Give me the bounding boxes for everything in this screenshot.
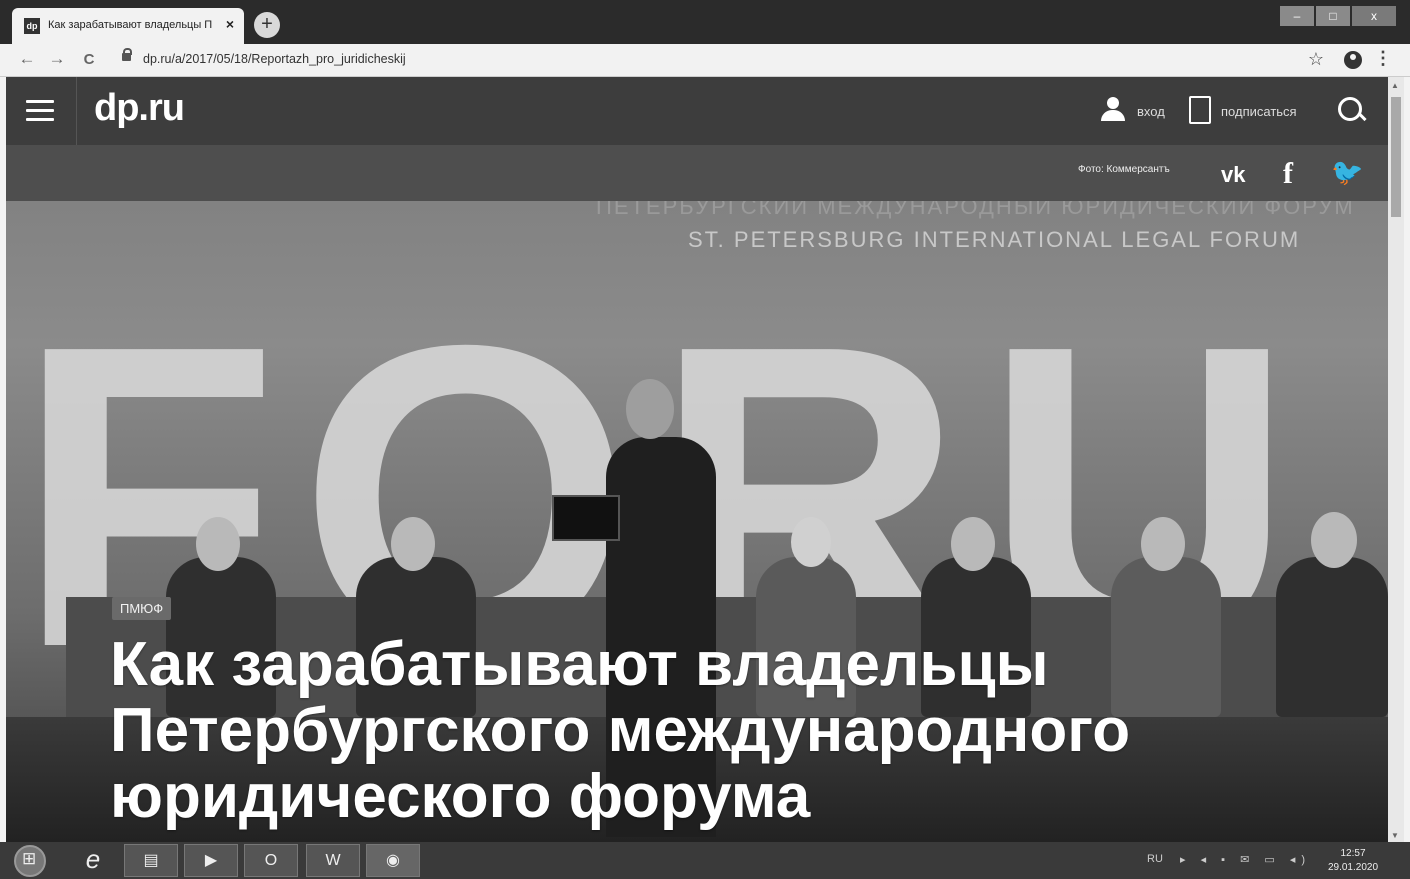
clock-time: 12:57 xyxy=(1340,848,1366,859)
minimize-button[interactable]: – xyxy=(1280,6,1314,26)
scroll-down-icon[interactable]: ▼ xyxy=(1391,831,1399,840)
back-icon[interactable]: ← xyxy=(16,49,38,69)
tablet xyxy=(552,495,620,541)
language-indicator[interactable]: RU xyxy=(1147,853,1163,865)
reload-icon[interactable]: C xyxy=(78,51,100,68)
browser-toolbar: ← → C dp.ru/a/2017/05/18/Reportazh_pro_j… xyxy=(0,44,1410,77)
header-subbar xyxy=(6,145,1388,201)
scroll-thumb[interactable] xyxy=(1391,97,1401,217)
panelist-head xyxy=(391,517,435,571)
login-link[interactable]: вход xyxy=(1137,104,1165,119)
lock-icon xyxy=(122,48,132,61)
photo-credit: Фото: Коммерсантъ xyxy=(1078,164,1170,175)
media-player-icon[interactable]: ▶ xyxy=(184,844,238,877)
site-logo[interactable]: dp.ru xyxy=(94,87,185,130)
start-button[interactable] xyxy=(14,845,46,877)
forward-icon[interactable]: → xyxy=(46,49,68,69)
vk-icon[interactable]: vk xyxy=(1221,162,1245,188)
panelist-head xyxy=(196,517,240,571)
panelist-head xyxy=(791,517,831,567)
user-icon[interactable] xyxy=(1101,97,1125,123)
site-header: dp.ru вход подписаться xyxy=(6,77,1388,145)
browser-menu-icon[interactable]: ⋮ xyxy=(1374,48,1392,69)
browser-tab[interactable]: dp Как зарабатывают владельцы П × xyxy=(12,8,244,44)
maximize-button[interactable]: □ xyxy=(1316,6,1350,26)
twitter-icon[interactable]: 🐦 xyxy=(1331,157,1363,188)
account-icon[interactable] xyxy=(1344,51,1362,69)
address-bar[interactable]: dp.ru/a/2017/05/18/Reportazh_pro_juridic… xyxy=(143,52,406,66)
panelist-head xyxy=(1311,512,1357,568)
headline-line: Как зарабатывают владельцы xyxy=(110,630,1049,699)
browser-tab-strip: dp Как зарабатывают владельцы П × + – □ … xyxy=(0,0,1410,44)
bookmark-star-icon[interactable]: ☆ xyxy=(1308,49,1324,70)
search-icon[interactable] xyxy=(1338,97,1362,121)
facebook-icon[interactable]: f xyxy=(1283,157,1293,191)
scroll-up-icon[interactable]: ▲ xyxy=(1391,81,1399,90)
headline-line: юридического форума xyxy=(110,762,811,831)
file-explorer-icon[interactable]: ▤ xyxy=(124,844,178,877)
internet-explorer-icon[interactable]: e xyxy=(66,844,120,877)
close-window-button[interactable]: x xyxy=(1352,6,1396,26)
window-controls: – □ x xyxy=(1280,6,1396,26)
tab-close-icon[interactable]: × xyxy=(226,16,234,32)
page-viewport: FORU ПЕТЕРБУРГСКИЙ МЕЖДУНАРОДНЫЙ ЮРИДИЧЕ… xyxy=(6,77,1388,842)
forum-banner-en: ST. PETERSBURG INTERNATIONAL LEGAL FORUM xyxy=(688,227,1301,252)
outlook-icon[interactable]: O xyxy=(244,844,298,877)
article-headline: Как зарабатывают владельцы Петербургског… xyxy=(110,632,1310,830)
taskbar-clock[interactable]: 12:57 29.01.2020 xyxy=(1326,847,1380,875)
subscribe-link[interactable]: подписаться xyxy=(1221,104,1297,119)
panelist-head xyxy=(1141,517,1185,571)
article-tag[interactable]: ПМЮФ xyxy=(112,597,172,620)
system-tray-icons[interactable]: ▸ ◂ ▪ ✉ ▭ ◂) xyxy=(1180,853,1311,866)
clock-date: 29.01.2020 xyxy=(1327,862,1379,873)
chrome-icon[interactable]: ◉ xyxy=(366,844,420,877)
windows-taskbar: e ▤ ▶ O W ◉ RU ▸ ◂ ▪ ✉ ▭ ◂) 12:57 29.01.… xyxy=(0,842,1410,879)
panelist-head xyxy=(951,517,995,571)
new-tab-button[interactable]: + xyxy=(254,12,280,38)
walking-man-head xyxy=(626,379,674,439)
headline-line: Петербургского международного xyxy=(110,696,1131,765)
header-divider xyxy=(76,77,77,145)
subscribe-icon[interactable] xyxy=(1189,96,1211,124)
page-scrollbar[interactable]: ▲ ▼ xyxy=(1388,77,1404,842)
hamburger-menu-icon[interactable] xyxy=(26,100,54,122)
tab-title: Как зарабатывают владельцы П xyxy=(48,19,213,31)
word-icon[interactable]: W xyxy=(306,844,360,877)
favicon-icon: dp xyxy=(24,18,40,34)
